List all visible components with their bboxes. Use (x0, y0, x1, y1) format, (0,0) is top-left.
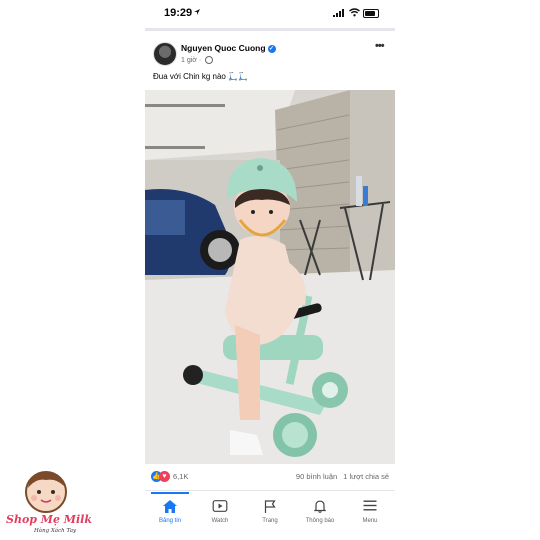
post-time[interactable]: 1 giờ (181, 57, 197, 64)
post-caption: Đua với Chin kg nào 🛴🛴 (153, 72, 248, 81)
photo-illustration (145, 90, 395, 464)
share-count[interactable]: 1 lượt chia sẻ (343, 472, 389, 481)
home-icon (163, 500, 177, 513)
menu-icon (363, 500, 377, 511)
brand-name: Shop Mẹ Milk (6, 513, 92, 526)
cellular-signal-icon (333, 9, 344, 17)
tab-label: Thông báo (305, 518, 335, 524)
brand-tagline: Hàng Xách Tay (34, 528, 77, 534)
tab-news-feed[interactable]: Bảng tin (145, 492, 195, 532)
bottom-tab-bar: Bảng tin Watch Trang Thông báo Menu (145, 492, 395, 532)
love-reaction-icon: ♥ (159, 471, 170, 482)
tab-label: Menu (362, 518, 378, 524)
location-arrow-icon (194, 9, 200, 15)
status-time: 19:29 (164, 7, 193, 19)
tab-menu[interactable]: Menu (345, 492, 395, 532)
status-bar: 19:29 (145, 0, 395, 26)
post-author-name[interactable]: Nguyen Quoc Cuong (181, 43, 266, 53)
comment-count[interactable]: 90 bình luận (296, 472, 337, 481)
video-icon (212, 500, 228, 512)
bell-icon (314, 500, 326, 513)
post-meta: 1 giờ · (181, 56, 214, 64)
post-stats: 90 bình luận 1 lượt chia sẻ (290, 472, 389, 481)
verified-badge-icon: ✓ (267, 44, 276, 53)
globe-icon (205, 56, 214, 64)
tab-pages[interactable]: Trang (245, 492, 295, 532)
reaction-count[interactable]: 6,1K (173, 472, 188, 481)
battery-icon (363, 9, 379, 18)
post-photo[interactable] (145, 90, 395, 464)
wifi-icon (349, 8, 360, 17)
shop-watermark-logo: Shop Mẹ Milk Hàng Xách Tay (2, 468, 92, 538)
tab-label: Watch (211, 518, 229, 524)
post-author-row[interactable]: Nguyen Quoc Cuong ✓ (181, 43, 276, 53)
facebook-app: 19:29 Nguyen Quoc Cuong ✓ 1 giờ · ••• Đua… (145, 0, 395, 540)
tab-label: Bảng tin (158, 518, 182, 524)
divider (145, 28, 395, 31)
tab-notifications[interactable]: Thông báo (295, 492, 345, 532)
tab-watch[interactable]: Watch (195, 492, 245, 532)
tab-label: Trang (262, 518, 278, 524)
author-avatar[interactable] (153, 42, 177, 66)
baby-face-icon (25, 471, 67, 513)
divider (145, 490, 395, 491)
flag-icon (264, 500, 276, 513)
more-options-icon[interactable]: ••• (375, 40, 385, 52)
